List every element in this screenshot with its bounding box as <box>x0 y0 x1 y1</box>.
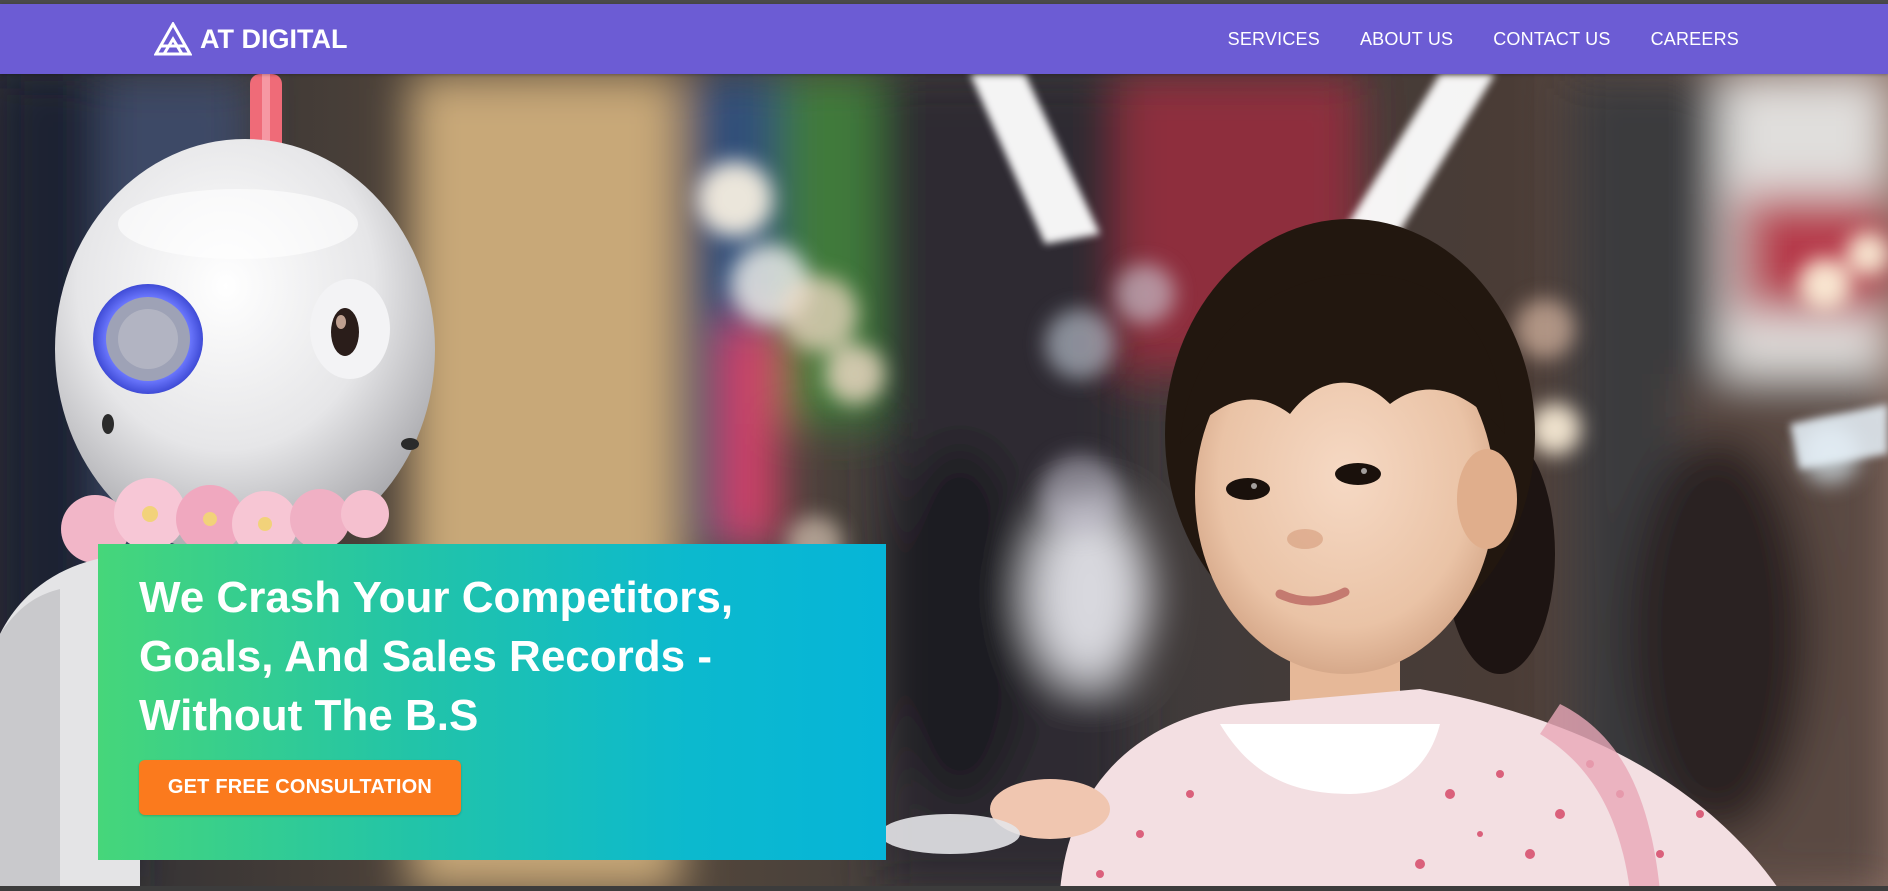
nav-link-services[interactable]: SERVICES <box>1228 29 1320 50</box>
brand-logo[interactable]: AT DIGITAL <box>154 22 347 56</box>
hero-cta-card: We Crash Your Competitors, Goals, And Sa… <box>98 544 886 860</box>
nav-link-about-us[interactable]: ABOUT US <box>1360 29 1453 50</box>
nav-link-contact-us[interactable]: CONTACT US <box>1493 29 1610 50</box>
triangle-logo-icon <box>154 22 192 56</box>
hero-headline: We Crash Your Competitors, Goals, And Sa… <box>139 573 734 740</box>
main-nav: SERVICES ABOUT US CONTACT US CAREERS <box>1188 4 1739 74</box>
brand-name: AT DIGITAL <box>200 24 348 54</box>
site-navbar: AT DIGITAL SERVICES ABOUT US CONTACT US … <box>0 4 1888 74</box>
nav-link-careers[interactable]: CAREERS <box>1651 29 1739 50</box>
window-bottom-edge <box>0 886 1888 891</box>
get-free-consultation-button[interactable]: GET FREE CONSULTATION <box>139 760 461 815</box>
hero-section: We Crash Your Competitors, Goals, And Sa… <box>0 74 1888 891</box>
